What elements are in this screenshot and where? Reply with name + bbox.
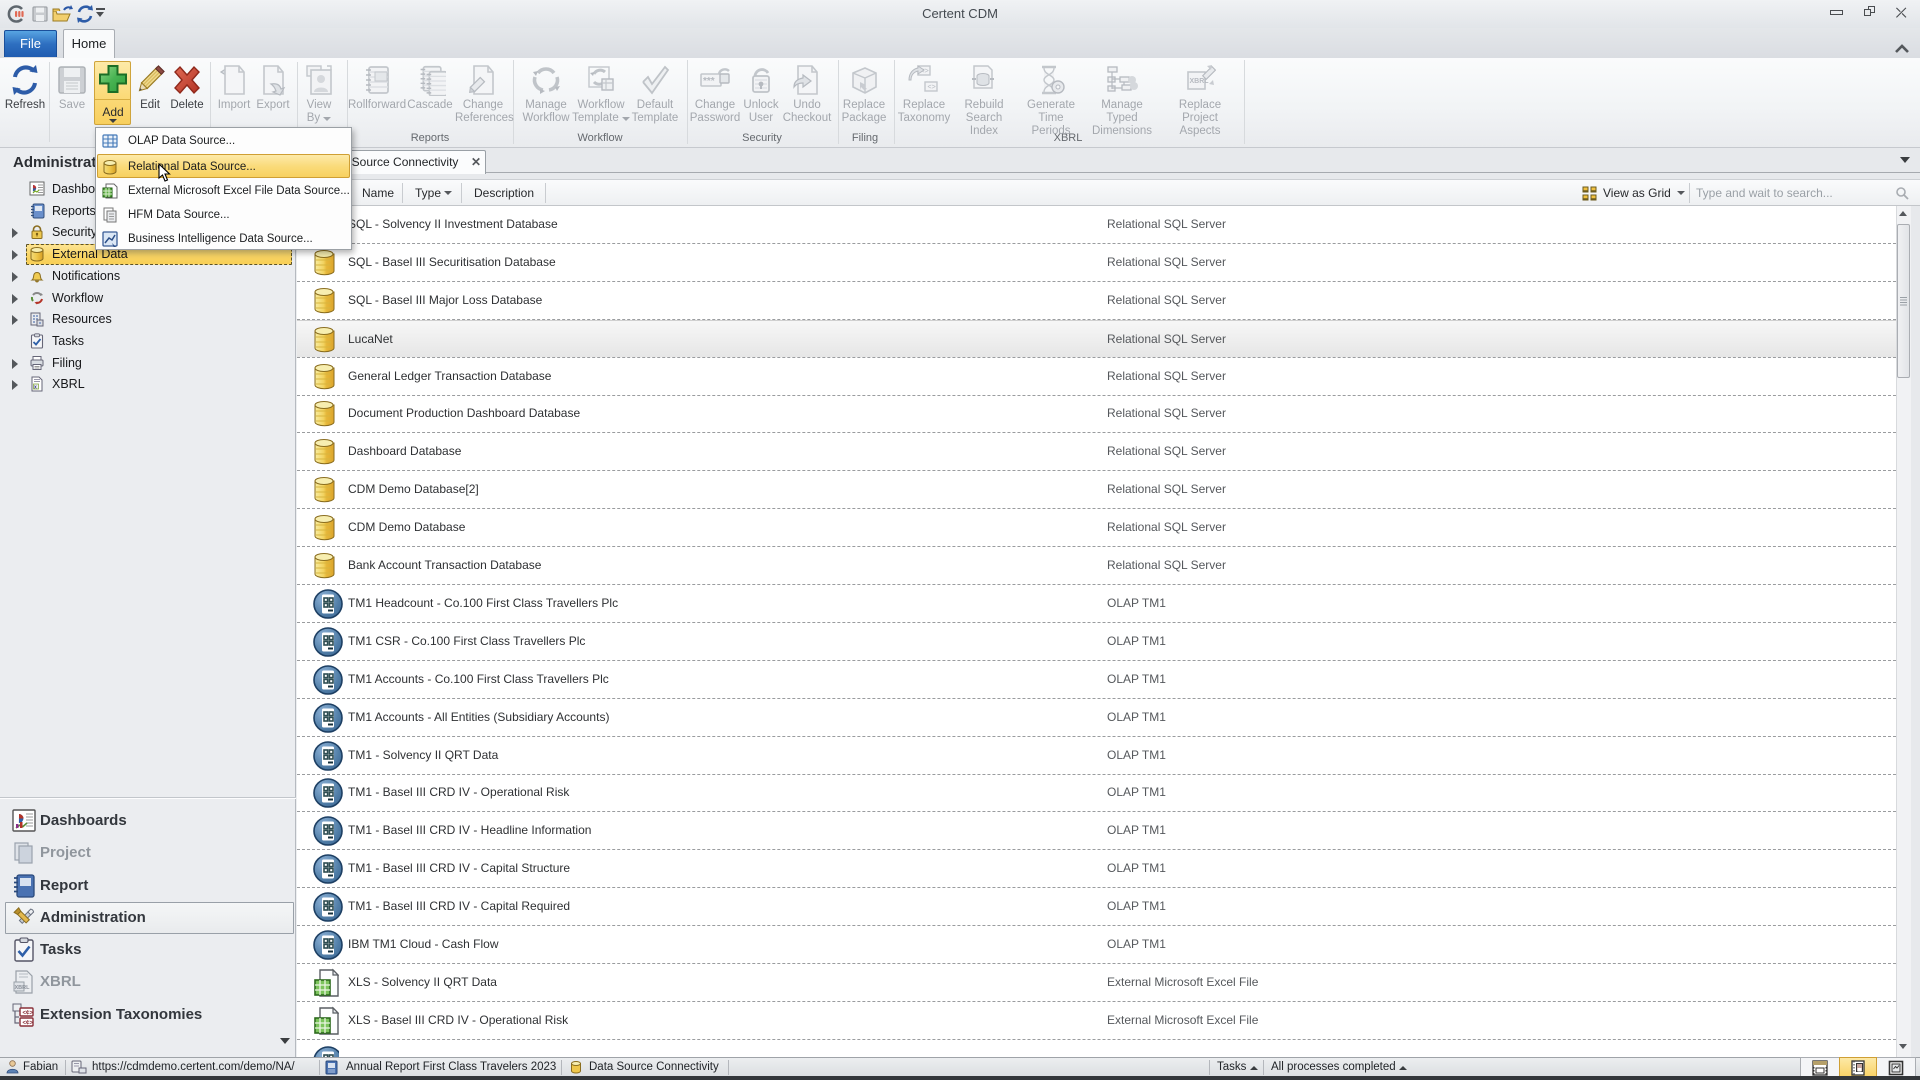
svg-text:<>: <> bbox=[928, 84, 936, 91]
svg-text:<¢>: <¢> bbox=[23, 1021, 34, 1027]
svg-text:XBRL: XBRL bbox=[15, 985, 31, 991]
svg-text:<¢>: <¢> bbox=[23, 1011, 34, 1017]
svg-text:***: *** bbox=[703, 76, 715, 87]
svg-text:x: x bbox=[34, 385, 37, 391]
